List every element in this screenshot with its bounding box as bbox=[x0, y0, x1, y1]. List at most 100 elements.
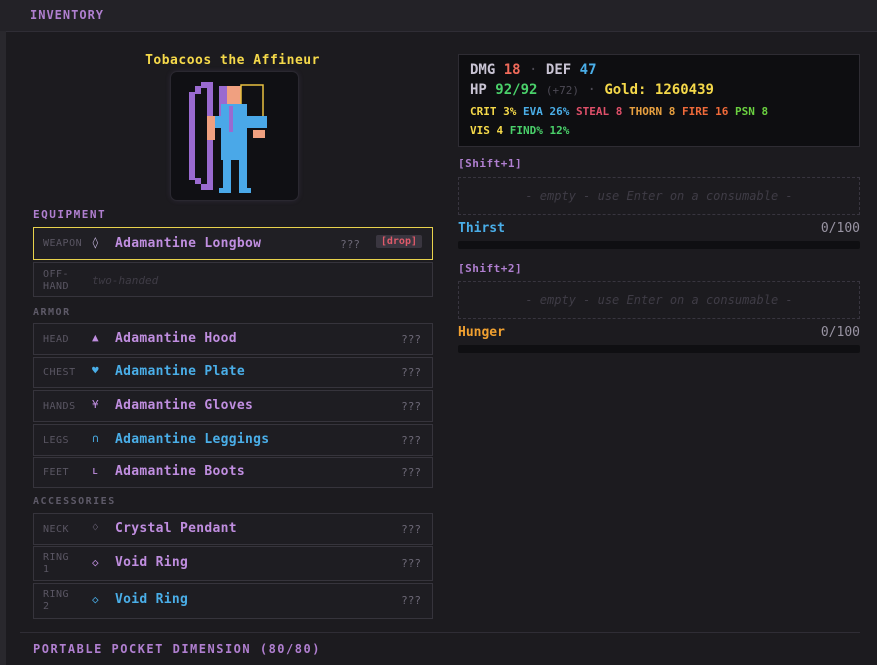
slot-label: LEGS bbox=[43, 435, 70, 446]
item-quality: ??? bbox=[401, 523, 421, 536]
bow-icon: ◊ bbox=[92, 236, 99, 249]
item-name: Crystal Pendant bbox=[115, 521, 237, 536]
stats-line-secondary: CRIT 3% EVA 26% STEAL 8 THORN 8 FIRE 16 … bbox=[470, 105, 768, 118]
item-quality: ??? bbox=[401, 434, 421, 447]
dmg-label: DMG bbox=[470, 62, 496, 78]
item-name: Adamantine Gloves bbox=[115, 398, 254, 413]
hunger-label: Hunger bbox=[458, 325, 505, 340]
thorn-label: THORN bbox=[629, 105, 663, 118]
item-name: Adamantine Longbow bbox=[115, 236, 262, 251]
slot-label: HEAD bbox=[43, 334, 70, 345]
armor-heading: ARMOR bbox=[33, 307, 71, 318]
slot-label: CHEST bbox=[43, 367, 76, 378]
thirst-value: 0/100 bbox=[820, 221, 860, 236]
hp-value: 92/92 bbox=[495, 82, 538, 98]
divider bbox=[20, 632, 860, 633]
hunger-value: 0/100 bbox=[820, 325, 860, 340]
thirst-label: Thirst bbox=[458, 221, 505, 236]
ring1-slot[interactable]: RING 1 ◇ Void Ring ??? bbox=[33, 546, 433, 581]
item-quality: ??? bbox=[401, 466, 421, 479]
hunger-bar bbox=[458, 345, 860, 353]
character-portrait bbox=[171, 72, 298, 200]
hp-bonus: (+72) bbox=[545, 84, 580, 97]
item-name: Void Ring bbox=[115, 592, 189, 607]
separator: · bbox=[587, 82, 596, 98]
drop-button[interactable]: [drop] bbox=[375, 235, 422, 248]
slot-label: 2 bbox=[43, 601, 50, 612]
thorn-value: 8 bbox=[668, 105, 676, 118]
slot-label: HANDS bbox=[43, 401, 76, 412]
item-name: Adamantine Plate bbox=[115, 364, 246, 379]
item-quality: ??? bbox=[401, 366, 421, 379]
crit-value: 3% bbox=[503, 105, 517, 118]
character-name: Tobacoos the Affineur bbox=[145, 53, 320, 68]
find-value: 12% bbox=[549, 124, 570, 137]
slot-label: RING bbox=[43, 552, 70, 563]
pendant-icon: ♢ bbox=[92, 521, 99, 534]
psn-label: PSN bbox=[735, 105, 755, 118]
item-quality: ??? bbox=[401, 557, 421, 570]
slot-label: RING bbox=[43, 589, 70, 600]
slot-label: WEAPON bbox=[43, 238, 83, 249]
stats-panel: DMG 18 · DEF 47 HP 92/92 (+72) · Gold: 1… bbox=[458, 54, 860, 147]
chestplate-icon: ♥ bbox=[92, 364, 99, 377]
inventory-header: INVENTORY bbox=[0, 0, 877, 32]
ring-icon: ◇ bbox=[92, 593, 99, 606]
stats-line-dmg-def: DMG 18 · DEF 47 bbox=[470, 62, 597, 78]
legs-slot[interactable]: LEGS ∩ Adamantine Leggings ??? bbox=[33, 424, 433, 456]
item-name: Adamantine Leggings bbox=[115, 432, 270, 447]
gold-value: 1260439 bbox=[654, 82, 714, 98]
equipment-heading: EQUIPMENT bbox=[33, 208, 107, 221]
leggings-icon: ∩ bbox=[92, 432, 99, 445]
fire-label: FIRE bbox=[682, 105, 709, 118]
feet-slot[interactable]: FEET ʟ Adamantine Boots ??? bbox=[33, 457, 433, 488]
find-label: FIND% bbox=[509, 124, 543, 137]
quickslot-1[interactable]: - empty - use Enter on a consumable - bbox=[458, 177, 860, 215]
quickslot-2[interactable]: - empty - use Enter on a consumable - bbox=[458, 281, 860, 319]
left-edge-bar bbox=[0, 31, 6, 665]
item-name: Adamantine Hood bbox=[115, 331, 237, 346]
eva-value: 26% bbox=[549, 105, 570, 118]
weapon-slot[interactable]: WEAPON ◊ Adamantine Longbow ??? [drop] bbox=[33, 227, 433, 260]
item-name: Adamantine Boots bbox=[115, 464, 246, 479]
character-sprite-icon bbox=[189, 82, 267, 193]
boot-icon: ʟ bbox=[92, 464, 99, 477]
panel-title: INVENTORY bbox=[30, 8, 105, 22]
slot-label: HAND bbox=[43, 281, 70, 292]
slot-label: FEET bbox=[43, 467, 70, 478]
pocket-dimension-heading[interactable]: PORTABLE POCKET DIMENSION (80/80) bbox=[33, 642, 321, 656]
crit-label: CRIT bbox=[470, 105, 497, 118]
stats-line-hp-gold: HP 92/92 (+72) · Gold: 1260439 bbox=[470, 82, 714, 98]
vis-value: 4 bbox=[496, 124, 504, 137]
dmg-value: 18 bbox=[503, 62, 521, 78]
vis-label: VIS bbox=[470, 124, 490, 137]
ring-icon: ◇ bbox=[92, 556, 99, 569]
gold-label: Gold: bbox=[604, 82, 647, 98]
slot-label: OFF- bbox=[43, 269, 70, 280]
quickslot-2-key: [Shift+2] bbox=[458, 262, 523, 275]
steal-value: 8 bbox=[615, 105, 623, 118]
slot-label: 1 bbox=[43, 564, 50, 575]
chest-slot[interactable]: CHEST ♥ Adamantine Plate ??? bbox=[33, 357, 433, 388]
item-quality: ??? bbox=[401, 400, 421, 413]
glove-icon: ¥ bbox=[92, 398, 99, 411]
stats-line-tertiary: VIS 4 FIND% 12% bbox=[470, 124, 569, 137]
empty-slot-text: two-handed bbox=[92, 274, 159, 287]
def-value: 47 bbox=[579, 62, 597, 78]
separator: · bbox=[529, 62, 538, 78]
head-slot[interactable]: HEAD ▲ Adamantine Hood ??? bbox=[33, 323, 433, 355]
eva-label: EVA bbox=[523, 105, 543, 118]
item-quality: ??? bbox=[340, 238, 360, 251]
fire-value: 16 bbox=[715, 105, 729, 118]
psn-value: 8 bbox=[761, 105, 769, 118]
quickslot-1-key: [Shift+1] bbox=[458, 157, 523, 170]
item-quality: ??? bbox=[401, 594, 421, 607]
offhand-slot[interactable]: OFF- HAND two-handed bbox=[33, 262, 433, 297]
steal-label: STEAL bbox=[576, 105, 610, 118]
hands-slot[interactable]: HANDS ¥ Adamantine Gloves ??? bbox=[33, 390, 433, 422]
neck-slot[interactable]: NECK ♢ Crystal Pendant ??? bbox=[33, 513, 433, 545]
item-quality: ??? bbox=[401, 333, 421, 346]
thirst-bar bbox=[458, 241, 860, 249]
helmet-icon: ▲ bbox=[92, 331, 99, 344]
ring2-slot[interactable]: RING 2 ◇ Void Ring ??? bbox=[33, 583, 433, 619]
